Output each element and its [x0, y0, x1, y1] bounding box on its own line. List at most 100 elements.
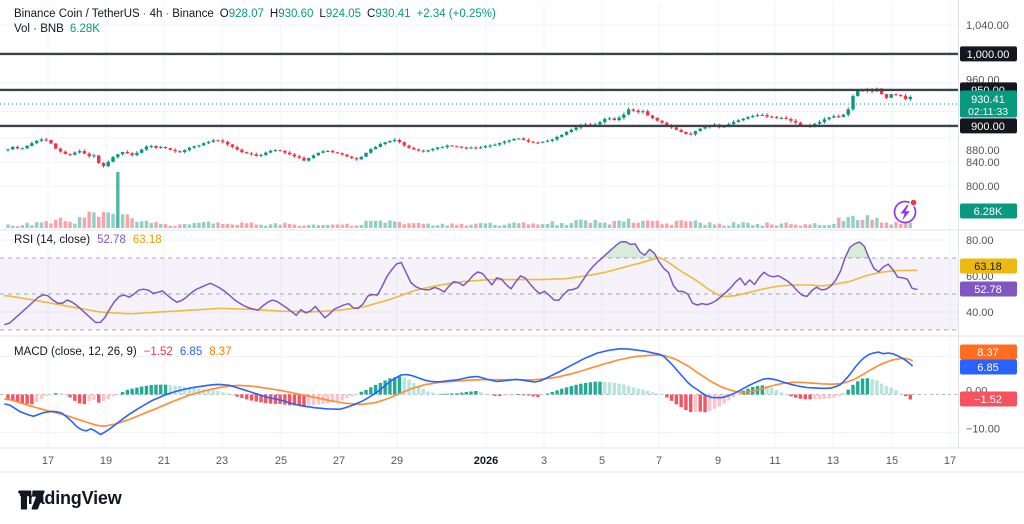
- candle: [780, 118, 783, 119]
- macd-histogram-bar: [183, 387, 186, 395]
- volume-bar: [737, 224, 740, 228]
- time-axis-label[interactable]: 27: [333, 455, 345, 467]
- time-axis-label[interactable]: 11: [769, 455, 780, 467]
- candle: [87, 154, 90, 157]
- macd-histogram-bar: [904, 395, 907, 397]
- axis-label: 80.00: [966, 235, 994, 247]
- macd-histogram-bar: [64, 395, 67, 396]
- volume-bar: [269, 224, 272, 228]
- candle: [450, 145, 453, 146]
- time-axis-label[interactable]: 25: [275, 455, 287, 467]
- macd-histogram-bar: [527, 395, 530, 396]
- time-axis-label[interactable]: 21: [158, 455, 170, 467]
- volume-bar: [675, 221, 678, 228]
- volume-bar: [770, 224, 773, 228]
- candle: [355, 158, 358, 159]
- candle: [121, 152, 124, 154]
- candle: [54, 143, 57, 148]
- candle: [498, 143, 501, 145]
- candle: [885, 94, 888, 98]
- volume-bar: [340, 225, 343, 228]
- time-axis-label[interactable]: 9: [715, 455, 721, 467]
- macd-histogram-bar: [231, 395, 234, 396]
- candle: [21, 148, 24, 149]
- time-axis-label[interactable]: 2026: [474, 455, 498, 467]
- macd-histogram-bar: [837, 395, 840, 397]
- time-axis-label[interactable]: 23: [216, 455, 228, 467]
- time-axis-label[interactable]: 7: [656, 455, 662, 467]
- flash-icon[interactable]: [895, 199, 917, 222]
- volume-bar: [326, 225, 329, 228]
- time-axis-label[interactable]: 17: [944, 455, 956, 467]
- volume-bar: [116, 172, 119, 228]
- volume-bar: [660, 224, 663, 228]
- volume-bar: [708, 222, 711, 228]
- macd-histogram-bar: [684, 395, 687, 410]
- volume-bar: [617, 220, 620, 228]
- volume-bar: [355, 225, 358, 228]
- candle: [6, 149, 9, 150]
- volume-bar: [584, 220, 587, 228]
- volume-bar: [794, 225, 797, 228]
- macd-histogram-bar: [455, 393, 458, 394]
- macd-histogram-bar: [823, 395, 826, 399]
- candle: [484, 146, 487, 147]
- candle: [732, 122, 735, 124]
- macd-histogram-bar: [794, 395, 797, 398]
- macd-histogram-bar: [498, 395, 501, 397]
- volume-bar: [469, 225, 472, 228]
- macd-histogram-bar: [493, 395, 496, 396]
- candle: [216, 140, 219, 141]
- volume-bar: [522, 222, 525, 228]
- macd-histogram-bar: [145, 386, 148, 395]
- candle: [126, 152, 129, 153]
- volume-bar: [240, 222, 243, 228]
- candle: [364, 153, 367, 157]
- time-axis-label[interactable]: 15: [886, 455, 898, 467]
- chart-canvas[interactable]: 1,040.00960.00880.00840.00800.0080.0060.…: [0, 0, 1024, 524]
- volume-bar: [426, 224, 429, 228]
- candle: [737, 120, 740, 122]
- time-axis-label[interactable]: 17: [42, 455, 54, 467]
- candle: [326, 151, 329, 152]
- candle: [660, 121, 663, 123]
- volume-bar: [455, 225, 458, 228]
- countdown-timer: 02:11:33: [968, 106, 1008, 118]
- macd-legend: MACD (close, 12, 26, 9)−1.526.858.37: [14, 346, 232, 358]
- macd-histogram-bar: [350, 395, 353, 397]
- macd-histogram-bar: [899, 393, 902, 394]
- macd-histogram-bar: [660, 394, 663, 395]
- time-axis[interactable]: [0, 448, 1024, 472]
- candle: [68, 154, 71, 155]
- macd-histogram-bar: [68, 395, 71, 398]
- volume-bar: [44, 221, 47, 228]
- time-axis-label[interactable]: 5: [599, 455, 605, 467]
- candle: [369, 149, 372, 153]
- volume-bar: [894, 222, 897, 228]
- time-axis-label[interactable]: 19: [100, 455, 112, 467]
- volume-bar: [465, 226, 468, 228]
- candle: [140, 150, 143, 153]
- macd-histogram-bar: [541, 395, 544, 396]
- candle: [894, 94, 897, 95]
- macd-histogram-bar: [856, 381, 859, 394]
- candle: [231, 144, 234, 147]
- volume-bar: [126, 214, 129, 228]
- macd-histogram-bar: [622, 384, 625, 394]
- time-axis-label[interactable]: 29: [391, 455, 403, 467]
- volume-bar: [97, 217, 100, 228]
- time-axis-label[interactable]: 3: [541, 455, 547, 467]
- macd-hist-value: −1.52: [144, 346, 173, 358]
- candle: [746, 117, 749, 119]
- change-value: +2.34 (+0.25%): [417, 8, 496, 20]
- macd-histogram-bar: [656, 393, 659, 394]
- macd-histogram-bar: [799, 395, 802, 399]
- candle: [632, 109, 635, 110]
- time-axis-label[interactable]: 13: [827, 455, 839, 467]
- volume-bar: [517, 223, 520, 228]
- volume-bar: [689, 221, 692, 228]
- candle: [11, 147, 14, 149]
- tradingview-footer[interactable]: TradingView: [18, 488, 122, 509]
- candle: [508, 140, 511, 141]
- volume-bar: [388, 220, 391, 228]
